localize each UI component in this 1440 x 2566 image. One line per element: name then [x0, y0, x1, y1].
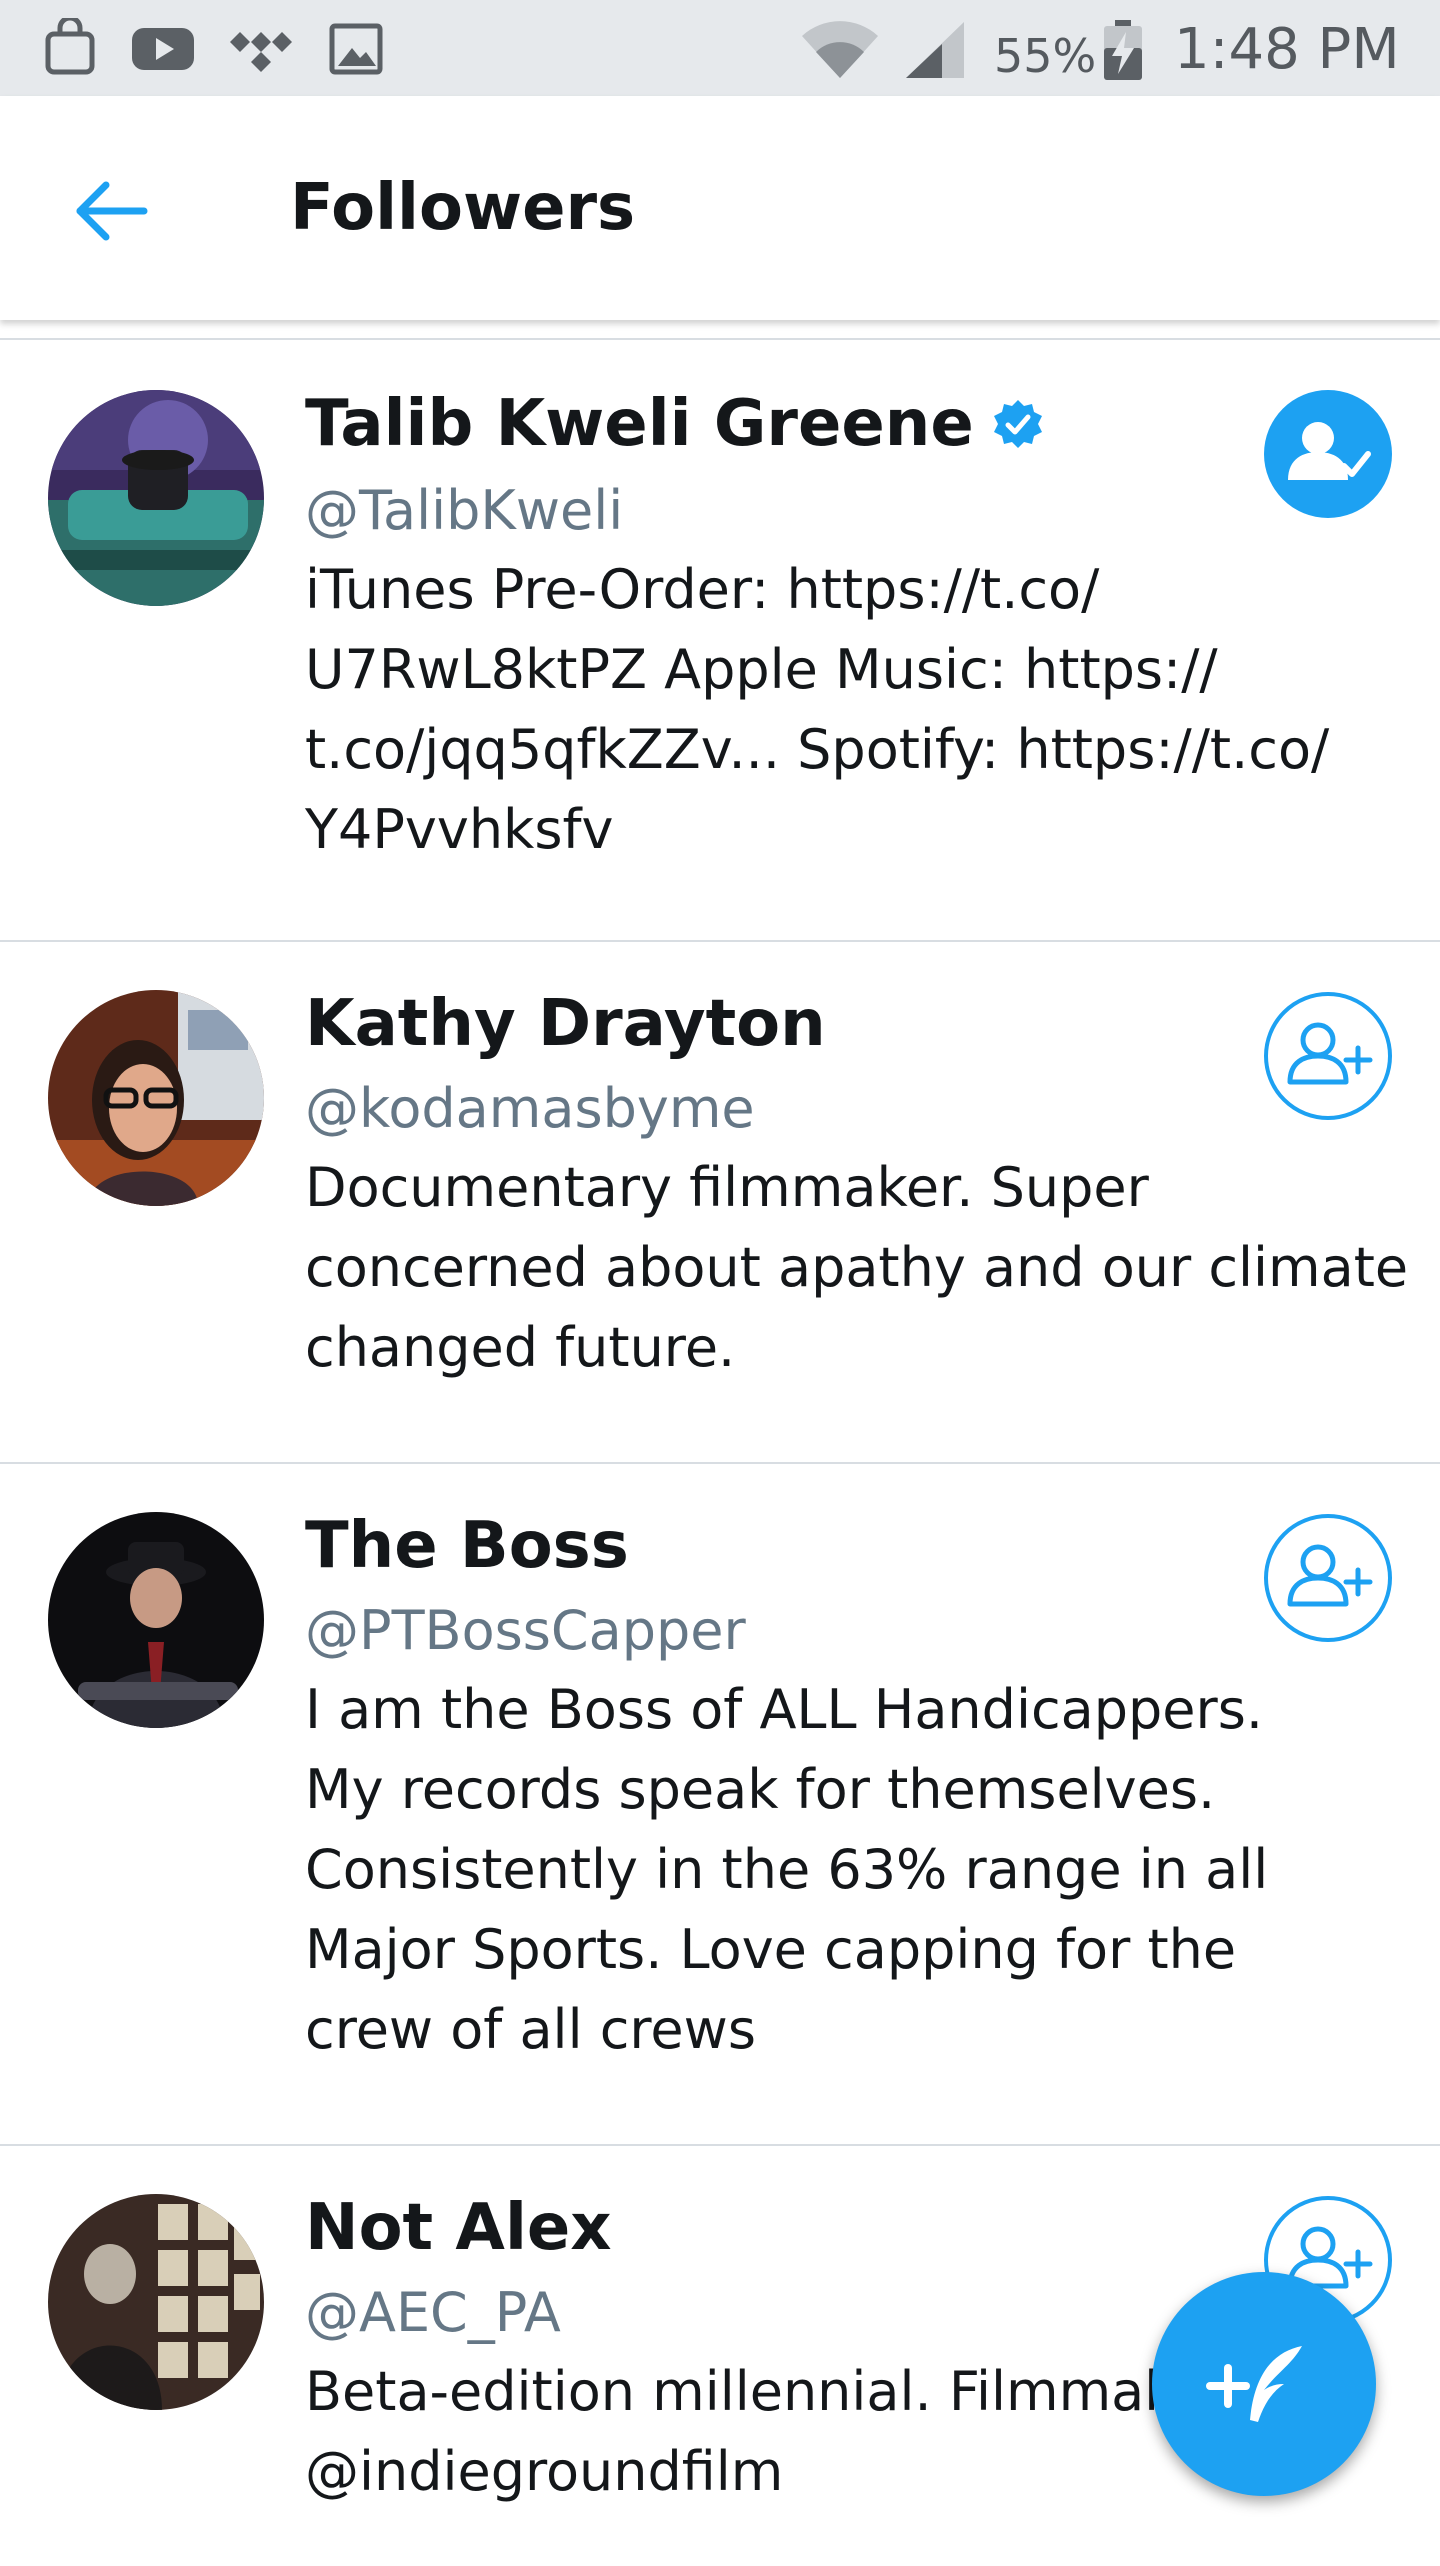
- user-name[interactable]: Kathy Drayton: [305, 984, 826, 1064]
- avatar[interactable]: [48, 390, 264, 606]
- list-item[interactable]: Kathy Drayton @kodamasbyme Documentary f…: [0, 942, 1440, 1462]
- avatar[interactable]: [48, 2194, 264, 2410]
- user-name[interactable]: Talib Kweli Greene: [305, 384, 974, 464]
- page-title: Followers: [290, 171, 636, 245]
- battery-charging-icon: [1100, 18, 1146, 86]
- followers-list: Talib Kweli Greene @TalibKweli iTunes Pr…: [0, 338, 1440, 2566]
- verified-badge-icon: [993, 400, 1042, 448]
- bio-line: Y4Pvvhksfv: [305, 798, 614, 861]
- compose-tweet-button[interactable]: [1152, 2272, 1376, 2496]
- avatar[interactable]: [48, 1512, 264, 1728]
- person-add-icon: [1287, 1544, 1373, 1607]
- user-name[interactable]: The Boss: [305, 1506, 629, 1586]
- back-button[interactable]: [60, 166, 170, 256]
- bio-line: I am the Boss of ALL Handicappers.: [305, 1678, 1263, 1741]
- bio-line: My records speak for themselves.: [305, 1758, 1216, 1821]
- wifi-icon: [800, 18, 880, 86]
- user-handle: @AEC_PA: [305, 2281, 561, 2344]
- battery-percent: 55%: [994, 29, 1097, 83]
- list-item[interactable]: The Boss @PTBossCapper I am the Boss of …: [0, 1464, 1440, 2144]
- user-name[interactable]: Not Alex: [305, 2188, 612, 2268]
- bio-line: concerned about apathy and our climate: [305, 1236, 1409, 1299]
- following-button[interactable]: [1264, 390, 1392, 518]
- avatar[interactable]: [48, 990, 264, 1206]
- clock: 1:48 PM: [1174, 17, 1400, 82]
- status-bar: 55% 1:48 PM: [0, 0, 1440, 96]
- user-bio: Documentary filmmaker. Super concerned a…: [305, 1148, 1409, 1388]
- list-item[interactable]: Talib Kweli Greene @TalibKweli iTunes Pr…: [0, 340, 1440, 940]
- bio-line: Consistently in the 63% range in all: [305, 1838, 1269, 1901]
- compose-tweet-icon: [1206, 2346, 1302, 2422]
- user-handle: @kodamasbyme: [305, 1077, 755, 1140]
- bio-line: t.co/jqq5qfkZZv... Spotify: https://t.co…: [305, 718, 1330, 781]
- person-add-icon: [1287, 1022, 1373, 1085]
- youtube-icon: [130, 18, 196, 82]
- tidal-icon: [226, 18, 296, 82]
- follow-button[interactable]: [1264, 1514, 1392, 1642]
- bio-line: changed future.: [305, 1316, 736, 1379]
- bio-line: iTunes Pre-Order: https://t.co/: [305, 558, 1100, 621]
- follow-button[interactable]: [1264, 992, 1392, 1120]
- bio-line: Major Sports. Love capping for the: [305, 1918, 1237, 1981]
- person-check-icon: [1288, 422, 1371, 480]
- signal-icon: [902, 18, 968, 86]
- user-handle: @TalibKweli: [305, 479, 624, 542]
- image-icon: [326, 18, 386, 82]
- bio-line: U7RwL8ktPZ Apple Music: https://: [305, 638, 1218, 701]
- user-bio: I am the Boss of ALL Handicappers. My re…: [305, 1670, 1405, 2070]
- bag-icon: [40, 15, 100, 82]
- bio-line: Documentary filmmaker. Super: [305, 1156, 1149, 1219]
- app-bar: Followers: [0, 96, 1440, 320]
- arrow-left-icon: [76, 181, 148, 241]
- user-handle: @PTBossCapper: [305, 1599, 746, 1662]
- bio-line: crew of all crews: [305, 1998, 756, 2061]
- user-bio: iTunes Pre-Order: https://t.co/ U7RwL8kt…: [305, 550, 1405, 870]
